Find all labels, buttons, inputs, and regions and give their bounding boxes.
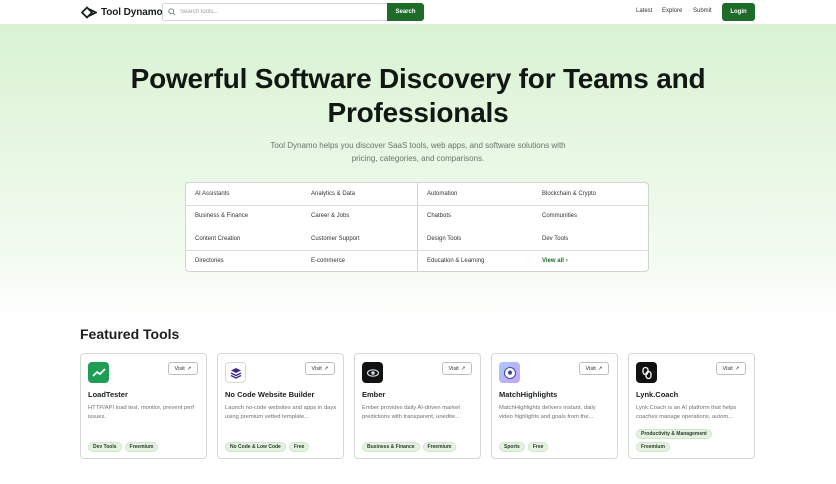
category-design-tools[interactable]: Design Tools: [427, 236, 461, 242]
search-bar: Search: [162, 3, 424, 21]
category-business-finance[interactable]: Business & Finance: [195, 213, 248, 219]
tool-description: Launch no-code websites and apps in days…: [225, 405, 337, 420]
tool-card-ember[interactable]: Visit ↗ Ember Ember provides daily AI-dr…: [354, 353, 481, 459]
tag[interactable]: Dev Tools: [88, 442, 122, 452]
nav-latest[interactable]: Latest: [636, 8, 652, 14]
search-box[interactable]: [162, 3, 387, 21]
tool-name[interactable]: Lynk.Coach: [636, 390, 678, 399]
hero-title-line-1: Powerful Software Discovery for Teams an…: [130, 63, 706, 94]
category-divider: [186, 250, 648, 251]
tag[interactable]: Free: [288, 442, 310, 452]
chart-trend-icon: [88, 362, 109, 383]
category-analytics-data[interactable]: Analytics & Data: [311, 191, 355, 197]
tag[interactable]: No Code & Low Code: [225, 442, 286, 452]
logo-text: Tool Dynamo: [101, 7, 163, 18]
visit-button[interactable]: Visit ↗: [168, 362, 198, 375]
view-all-link[interactable]: View all ›: [542, 258, 568, 264]
hero-title: Powerful Software Discovery for Teams an…: [80, 62, 756, 130]
visit-button[interactable]: Visit ↗: [305, 362, 335, 375]
tool-card-matchhighlights[interactable]: Visit ↗ MatchHighlights MatchHighlights …: [491, 353, 618, 459]
category-content-creation[interactable]: Content Creation: [195, 236, 240, 242]
category-automation[interactable]: Automation: [427, 191, 457, 197]
view-all-label: View all: [542, 258, 564, 264]
tag-list: Sports Free: [499, 442, 549, 452]
tool-description: Lynk.Coach is an AI platform that helps …: [636, 405, 737, 420]
external-link-icon: ↗: [323, 365, 329, 372]
nav-submit[interactable]: Submit: [693, 8, 712, 14]
external-link-icon: ↗: [597, 365, 603, 372]
ember-eye-icon: [362, 362, 383, 383]
visit-label: Visit: [448, 365, 459, 372]
search-button[interactable]: Search: [387, 3, 424, 21]
tag-list: Productivity & Management Freemium: [636, 429, 712, 452]
tag[interactable]: Productivity & Management: [636, 429, 712, 439]
tool-description: HTTP/API load test, monitor, prevent per…: [88, 405, 194, 420]
external-link-icon: ↗: [460, 365, 466, 372]
category-ai-assistants[interactable]: AI Assistants: [195, 191, 229, 197]
visit-button[interactable]: Visit ↗: [442, 362, 472, 375]
tool-name[interactable]: Ember: [362, 390, 385, 399]
hero-subtitle: Tool Dynamo helps you discover SaaS tool…: [248, 139, 588, 165]
search-input[interactable]: [180, 9, 360, 15]
category-customer-support[interactable]: Customer Support: [311, 236, 360, 242]
external-link-icon: ↗: [734, 365, 740, 372]
tool-card-loadtester[interactable]: Visit ↗ LoadTester HTTP/API load test, m…: [80, 353, 207, 459]
logo[interactable]: Tool Dynamo: [81, 6, 163, 19]
category-chatbots[interactable]: Chatbots: [427, 213, 451, 219]
category-divider-vertical: [417, 183, 418, 271]
visit-label: Visit: [585, 365, 596, 372]
search-icon: [168, 8, 176, 16]
category-grid: AI Assistants Analytics & Data Automatio…: [185, 182, 649, 272]
tool-name[interactable]: MatchHighlights: [499, 390, 557, 399]
tag-list: Business & Finance Freemium: [362, 442, 457, 452]
top-navbar: Tool Dynamo Search Latest Explore Submit…: [0, 0, 836, 25]
tool-dynamo-logo-icon: [81, 6, 97, 19]
hero-subtitle-line-1: Tool Dynamo helps you discover SaaS tool…: [270, 141, 566, 150]
category-career-jobs[interactable]: Career & Jobs: [311, 213, 349, 219]
tag[interactable]: Freemium: [636, 442, 670, 452]
tag[interactable]: Business & Finance: [362, 442, 420, 452]
visit-label: Visit: [174, 365, 185, 372]
visit-button[interactable]: Visit ↗: [579, 362, 609, 375]
chevron-right-icon: ›: [565, 258, 568, 264]
visit-button[interactable]: Visit ↗: [716, 362, 746, 375]
visit-label: Visit: [722, 365, 733, 372]
tag[interactable]: Freemium: [422, 442, 457, 452]
tag-list: Dev Tools Freemium: [88, 442, 159, 452]
tool-card-lynk-coach[interactable]: Visit ↗ Lynk.Coach Lynk.Coach is an AI p…: [628, 353, 755, 459]
layers-icon: [225, 362, 246, 383]
tool-description: Ember provides daily AI-driven market pr…: [362, 405, 460, 420]
category-education-learning[interactable]: Education & Learning: [427, 258, 484, 264]
visit-label: Visit: [311, 365, 322, 372]
category-directories[interactable]: Directories: [195, 258, 224, 264]
external-link-icon: ↗: [186, 365, 192, 372]
hero-subtitle-line-2: pricing, categories, and comparisons.: [351, 154, 485, 163]
tag[interactable]: Freemium: [124, 442, 159, 452]
tool-name[interactable]: No Code Website Builder: [225, 390, 314, 399]
tag[interactable]: Sports: [499, 442, 525, 452]
category-e-commerce[interactable]: E-commerce: [311, 258, 345, 264]
nav-explore[interactable]: Explore: [662, 8, 682, 14]
tool-description: MatchHighlights delivers instant, daily …: [499, 405, 596, 420]
tool-card-no-code-website-builder[interactable]: Visit ↗ No Code Website Builder Launch n…: [217, 353, 344, 459]
soccer-ball-icon: [499, 362, 520, 383]
tag-list: No Code & Low Code Free: [225, 442, 310, 452]
tool-name[interactable]: LoadTester: [88, 390, 128, 399]
category-divider: [186, 205, 648, 206]
hero-title-line-2: Professionals: [327, 97, 509, 128]
category-communities[interactable]: Communities: [542, 213, 577, 219]
link-icon: [636, 362, 657, 383]
login-button[interactable]: Login: [722, 3, 755, 21]
category-dev-tools[interactable]: Dev Tools: [542, 236, 568, 242]
tag[interactable]: Free: [527, 442, 549, 452]
featured-tools-title: Featured Tools: [80, 326, 180, 342]
category-blockchain-crypto[interactable]: Blockchain & Crypto: [542, 191, 596, 197]
